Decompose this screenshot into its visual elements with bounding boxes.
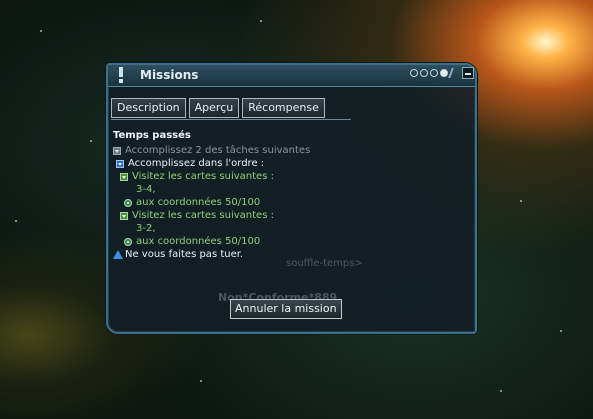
collapse-box-icon[interactable]	[120, 173, 128, 181]
collapse-box-icon[interactable]	[116, 160, 124, 168]
objective-text: Ne vous faites pas tuer.	[125, 249, 244, 260]
objective-item: 3-4,	[113, 184, 473, 197]
cancel-mission-button[interactable]: Annuler la mission	[230, 299, 342, 319]
tab-apercu[interactable]: Aperçu	[188, 98, 240, 118]
objective-item: aux coordonnées 50/100	[113, 197, 473, 210]
objective-text: Visitez les cartes suivantes :	[132, 171, 274, 182]
objective-text: Visitez les cartes suivantes :	[132, 210, 274, 221]
dot-toggle-4[interactable]	[440, 69, 448, 77]
objective-item[interactable]: Accomplissez 2 des tâches suivantes	[113, 145, 473, 158]
objective-item: aux coordonnées 50/100	[113, 236, 473, 249]
objective-item[interactable]: Visitez les cartes suivantes :	[113, 210, 473, 223]
objective-heading: Temps passés	[113, 130, 191, 141]
pin-icon[interactable]	[448, 68, 460, 78]
objective-item: Ne vous faites pas tuer.	[113, 249, 473, 262]
objective-text: aux coordonnées 50/100	[136, 236, 261, 247]
window-titlebar[interactable]: Missions	[108, 65, 475, 87]
tab-recompense[interactable]: Récompense	[242, 98, 325, 118]
minimize-button[interactable]	[462, 67, 474, 79]
objective-item[interactable]: Visitez les cartes suivantes :	[113, 171, 473, 184]
missions-window: Missions Description Aperçu Récompense s…	[106, 63, 477, 334]
collapse-box-icon[interactable]	[120, 212, 128, 220]
collapse-box-icon[interactable]	[113, 147, 121, 155]
dot-toggle-1[interactable]	[410, 69, 418, 77]
mission-objectives: Temps passés Accomplissez 2 des tâches s…	[113, 130, 473, 262]
objective-text: aux coordonnées 50/100	[136, 197, 261, 208]
objective-text: 3-2,	[136, 223, 156, 234]
dot-toggle-3[interactable]	[430, 69, 438, 77]
tab-bar: Description Aperçu Récompense	[111, 98, 325, 118]
window-dot-controls	[410, 69, 448, 77]
warning-icon	[113, 250, 123, 259]
coordinate-icon	[124, 199, 132, 207]
tab-divider	[111, 119, 351, 120]
dot-toggle-2[interactable]	[420, 69, 428, 77]
window-title: Missions	[140, 68, 199, 82]
objective-item[interactable]: Accomplissez dans l'ordre :	[113, 158, 473, 171]
objective-text: 3-4,	[136, 184, 156, 195]
tab-description[interactable]: Description	[111, 98, 186, 118]
exclamation-icon	[115, 67, 127, 83]
objective-text: Accomplissez 2 des tâches suivantes	[125, 145, 311, 156]
coordinate-icon	[124, 238, 132, 246]
objective-text: Accomplissez dans l'ordre :	[128, 158, 265, 169]
objective-item: 3-2,	[113, 223, 473, 236]
